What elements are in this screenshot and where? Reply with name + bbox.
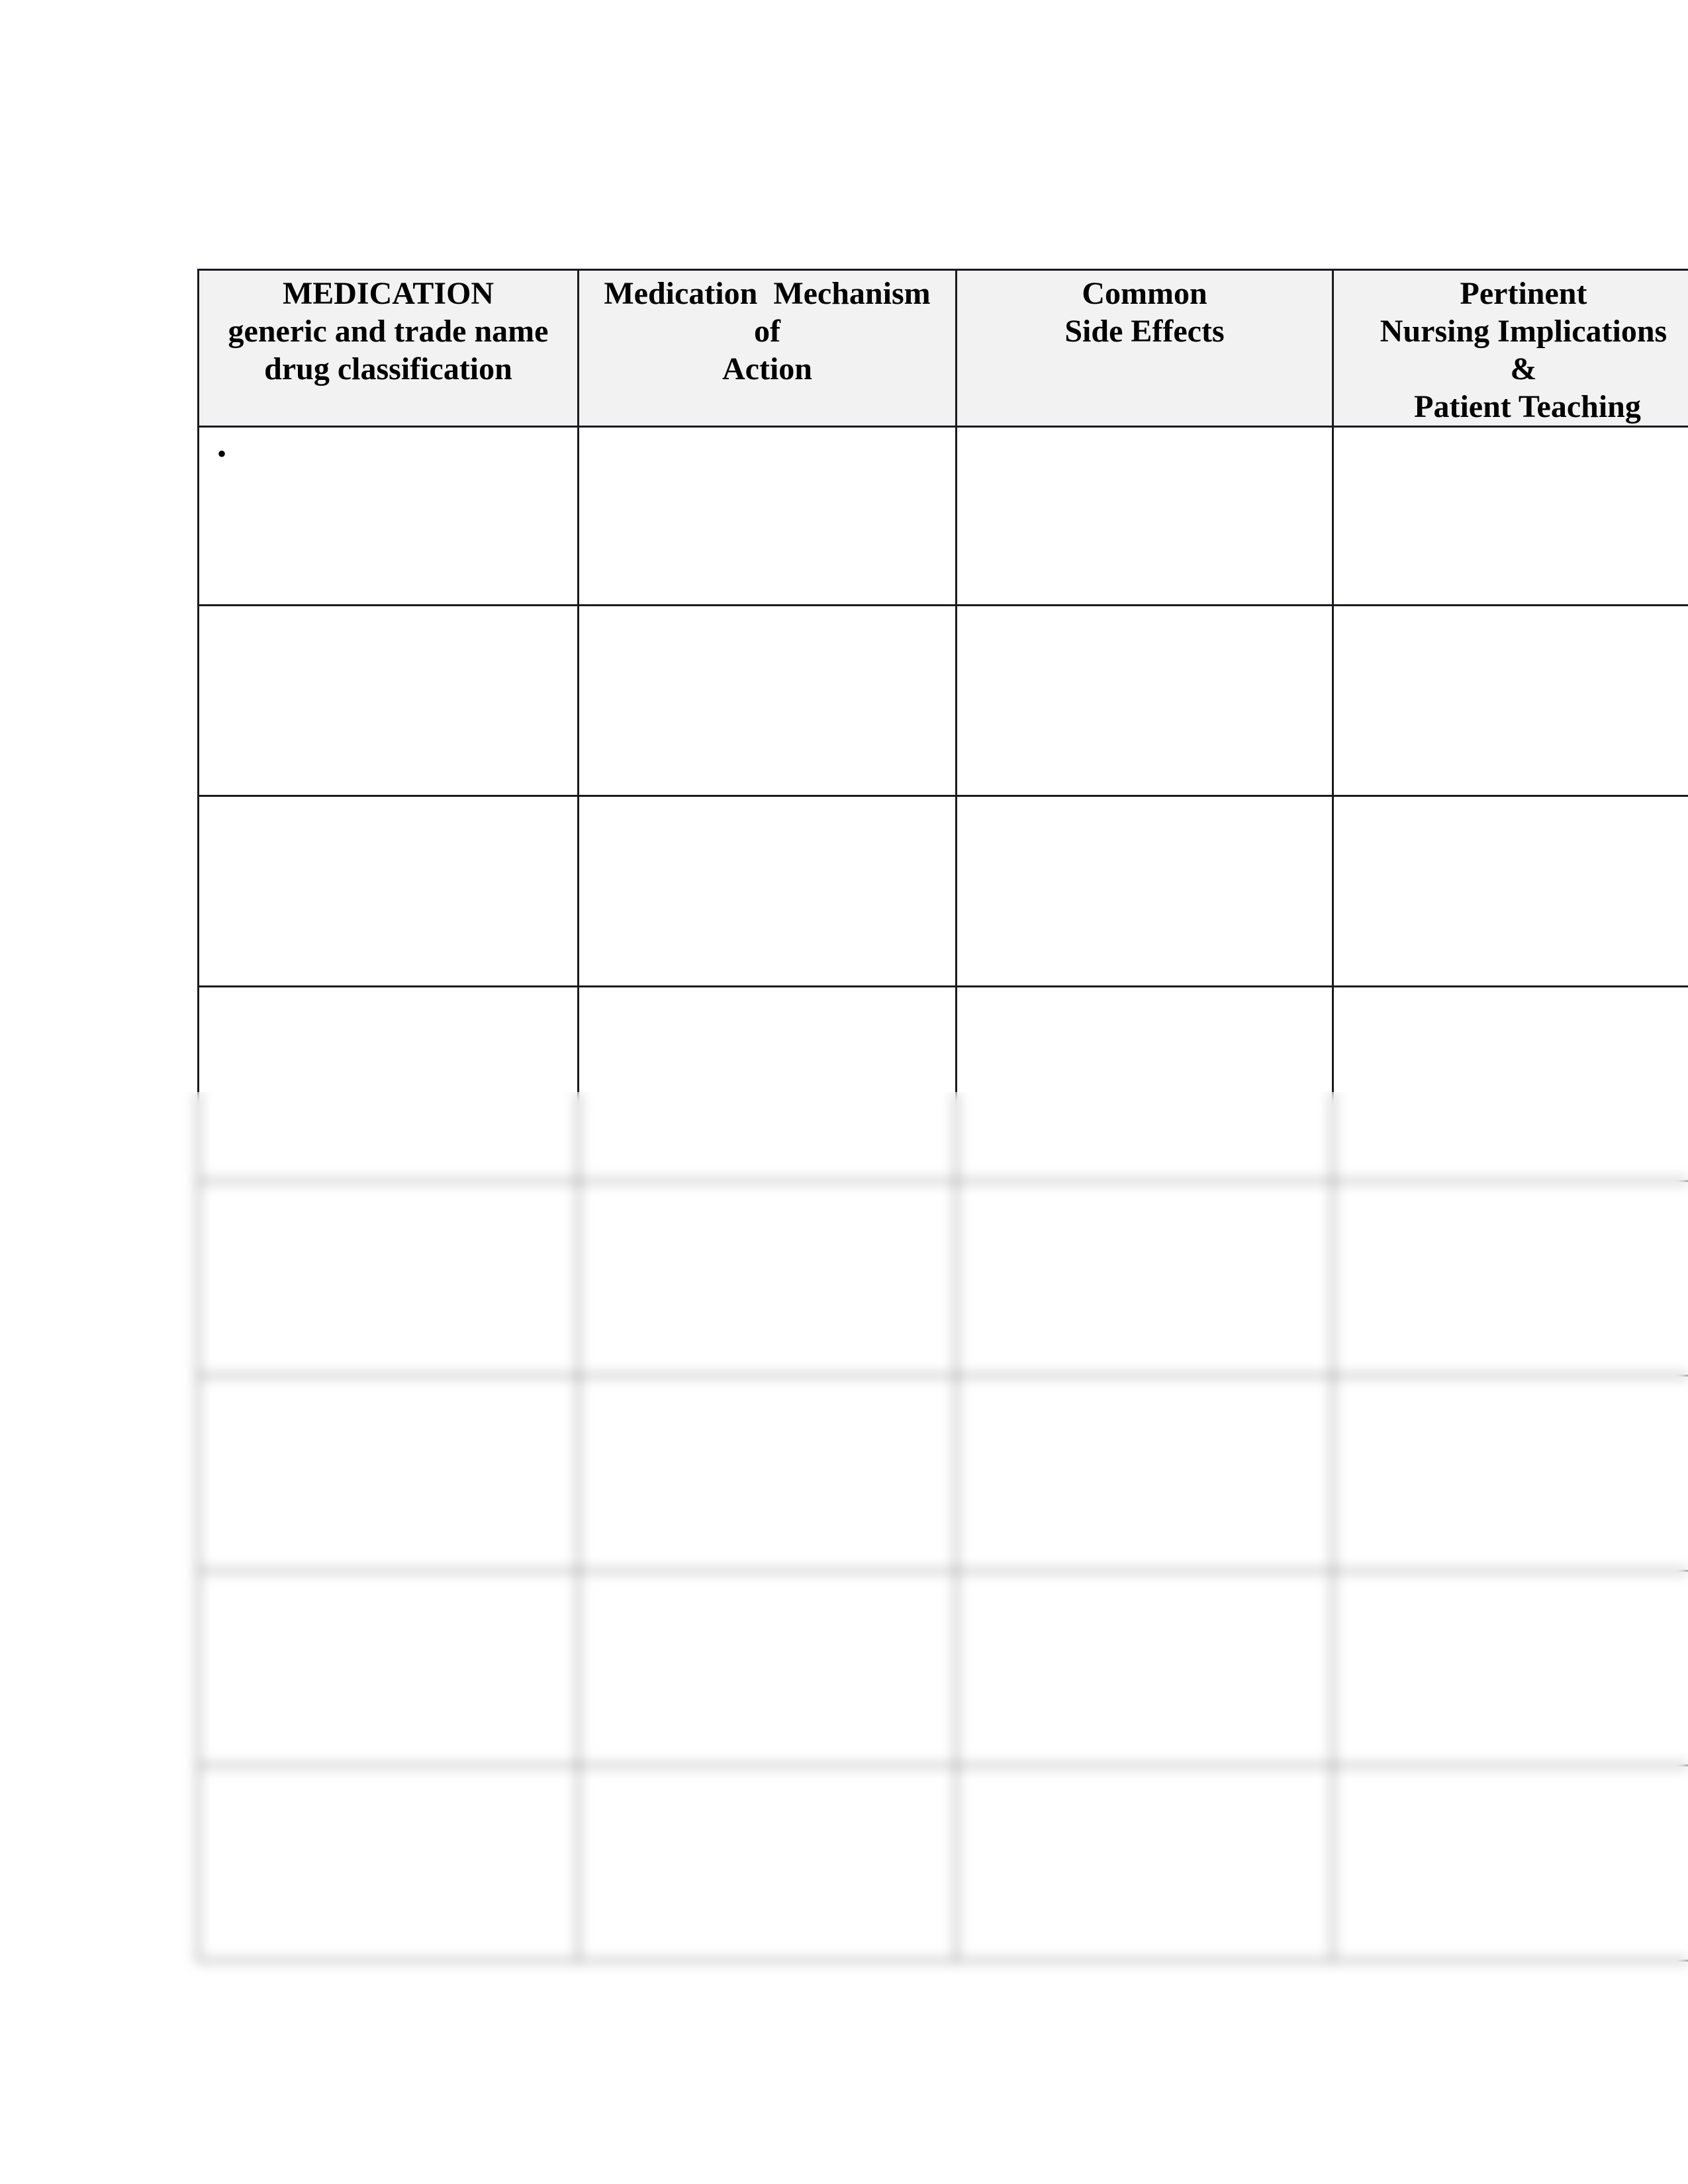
cell-mechanism[interactable] — [577, 1375, 957, 1572]
table-row — [197, 1764, 1688, 1962]
cell-nursing-implications[interactable] — [1332, 1570, 1688, 1766]
cell-side-effects[interactable] — [955, 1180, 1334, 1377]
header-line: Nursing Implications — [1380, 314, 1667, 349]
cell-mechanism[interactable] — [577, 426, 957, 606]
cell-nursing-implications[interactable] — [1332, 1375, 1688, 1572]
cell-side-effects[interactable] — [955, 1764, 1334, 1962]
cell-nursing-implications[interactable] — [1332, 985, 1688, 1182]
header-line: Patient Teaching — [1406, 389, 1641, 424]
header-line: & — [1510, 351, 1537, 387]
cell-medication[interactable] — [197, 1180, 579, 1377]
cell-side-effects[interactable] — [955, 985, 1334, 1182]
cell-mechanism[interactable] — [577, 1180, 957, 1377]
cell-nursing-implications[interactable] — [1332, 1180, 1688, 1377]
cell-medication[interactable]: • — [197, 426, 579, 606]
header-medication: MEDICATION generic and trade name drug c… — [197, 269, 579, 428]
cell-side-effects[interactable] — [955, 1570, 1334, 1766]
table-row: • — [197, 426, 1688, 606]
table-row — [197, 985, 1688, 1182]
cell-medication[interactable] — [197, 985, 579, 1182]
cell-side-effects[interactable] — [955, 604, 1334, 797]
header-mechanism-of-action: Medication Mechanism of Action — [577, 269, 957, 428]
header-line: Action — [722, 351, 812, 387]
header-line: Side Effects — [1064, 314, 1225, 349]
table-row — [197, 795, 1688, 987]
cell-side-effects[interactable] — [955, 1375, 1334, 1572]
cell-nursing-implications[interactable] — [1332, 426, 1688, 606]
bullet-mark: • — [217, 439, 227, 469]
header-line: drug classification — [264, 351, 512, 387]
header-line: MEDICATION — [282, 276, 494, 311]
cell-medication[interactable] — [197, 1764, 579, 1962]
cell-side-effects[interactable] — [955, 426, 1334, 606]
table-header-row: MEDICATION generic and trade name drug c… — [197, 269, 1688, 428]
table-row — [197, 1375, 1688, 1572]
header-line: of — [754, 314, 780, 349]
medication-table-container: MEDICATION generic and trade name drug c… — [197, 269, 1688, 1962]
cell-medication[interactable] — [197, 604, 579, 797]
header-nursing-implications: Pertinent Nursing Implications & Patient… — [1332, 269, 1688, 428]
table-row — [197, 1180, 1688, 1377]
header-side-effects: Common Side Effects — [955, 269, 1334, 428]
cell-nursing-implications[interactable] — [1332, 604, 1688, 797]
header-line: Medication Mechanism — [604, 276, 931, 311]
header-line: Common — [1082, 276, 1207, 311]
cell-nursing-implications[interactable] — [1332, 1764, 1688, 1962]
cell-mechanism[interactable] — [577, 795, 957, 987]
cell-mechanism[interactable] — [577, 985, 957, 1182]
cell-nursing-implications[interactable] — [1332, 795, 1688, 987]
cell-mechanism[interactable] — [577, 604, 957, 797]
header-line: generic and trade name — [228, 314, 549, 349]
table-row — [197, 604, 1688, 797]
cell-medication[interactable] — [197, 795, 579, 987]
cell-side-effects[interactable] — [955, 795, 1334, 987]
cell-medication[interactable] — [197, 1375, 579, 1572]
table-row — [197, 1570, 1688, 1766]
medication-table: MEDICATION generic and trade name drug c… — [197, 269, 1688, 1962]
header-line: Pertinent — [1460, 276, 1587, 311]
cell-mechanism[interactable] — [577, 1764, 957, 1962]
document-page: MEDICATION generic and trade name drug c… — [0, 0, 1688, 2184]
cell-medication[interactable] — [197, 1570, 579, 1766]
cell-mechanism[interactable] — [577, 1570, 957, 1766]
